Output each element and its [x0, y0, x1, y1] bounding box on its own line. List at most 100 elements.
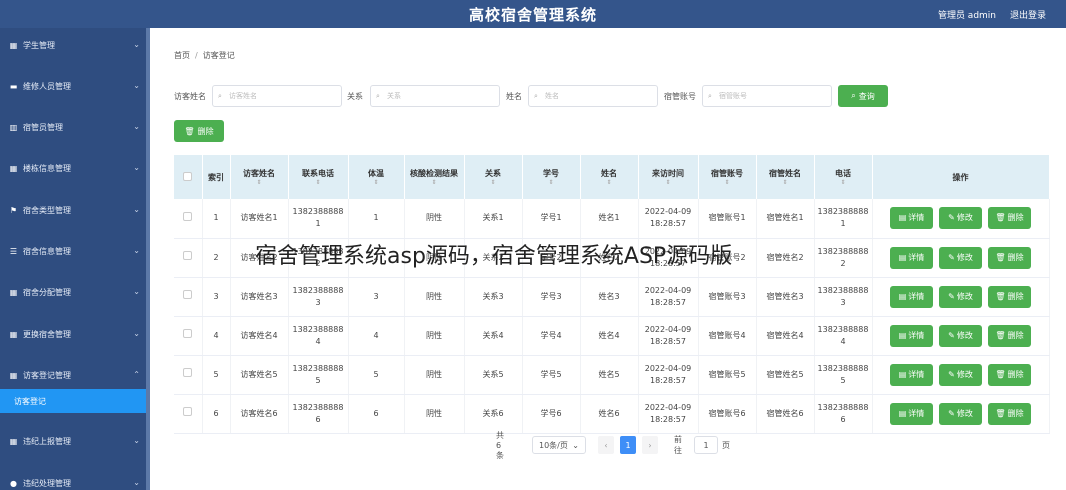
sidebar-item-building[interactable]: ▦ 楼栋信息管理 ⌄ [0, 153, 150, 183]
sort-icon[interactable]: ⇕ [757, 179, 814, 186]
cell-test-result: 阴性 [404, 355, 465, 395]
page-unit-label: 页 [722, 440, 730, 450]
chevron-down-icon: ⌄ [133, 436, 140, 445]
edit-button[interactable]: ✎ 修改 [939, 207, 982, 230]
col-header[interactable]: 学号 ⇕ [522, 155, 581, 199]
relation-input[interactable]: ⌕ 关系 [370, 85, 500, 107]
row-checkbox[interactable] [174, 277, 203, 317]
page-number-current[interactable]: 1 [620, 436, 636, 454]
next-page-button[interactable]: › [642, 436, 658, 454]
sort-icon[interactable]: ⇕ [581, 179, 638, 186]
cell-phone: 1382388888 4 [288, 316, 349, 356]
sort-icon[interactable]: ⇕ [699, 179, 756, 186]
sort-icon[interactable]: ⇕ [405, 179, 464, 186]
cell-index: 4 [202, 316, 231, 356]
delete-button[interactable]: 🗑 删除 [988, 402, 1031, 425]
edit-button[interactable]: ✎ 修改 [939, 246, 982, 269]
sidebar-subitem-visitor-register[interactable]: 访客登记 [0, 389, 146, 413]
detail-button[interactable]: ▤ 详情 [890, 363, 933, 386]
visitor-name-input[interactable]: ⌕ 访客姓名 [212, 85, 342, 107]
document-icon: ▤ [898, 408, 907, 418]
sidebar-item-violation-handle[interactable]: ● 违纪处理管理 ⌄ [0, 468, 150, 490]
sidebar-item-dorm-change[interactable]: ▦ 更换宿舍管理 ⌄ [0, 319, 150, 349]
logout-link[interactable]: 退出登录 [1010, 8, 1046, 21]
delete-button[interactable]: 🗑 删除 [988, 207, 1031, 230]
sidebar-item-student[interactable]: ▦ 学生管理 ⌄ [0, 30, 150, 60]
row-checkbox[interactable] [174, 238, 203, 278]
trash-icon: 🗑 [995, 252, 1006, 262]
delete-button[interactable]: 🗑 删除 [988, 324, 1031, 347]
sidebar-item-dorm-type[interactable]: ⚑ 宿舍类型管理 ⌄ [0, 195, 150, 225]
grid-icon: ▦ [9, 370, 18, 380]
edit-button[interactable]: ✎ 修改 [939, 363, 982, 386]
sidebar-item-dorm-info[interactable]: ☰ 宿舍信息管理 ⌄ [0, 236, 150, 266]
name-input[interactable]: ⌕ 姓名 [528, 85, 658, 107]
edit-button[interactable]: ✎ 修改 [939, 402, 982, 425]
list-icon: ☰ [9, 246, 18, 256]
pencil-icon: ✎ [948, 330, 955, 340]
detail-button[interactable]: ▤ 详情 [890, 207, 933, 230]
col-header[interactable]: 联系电话 ⇕ [288, 155, 349, 199]
prev-page-button[interactable]: ‹ [598, 436, 614, 454]
dorm-account-input[interactable]: ⌕ 宿管账号 [702, 85, 832, 107]
edit-button[interactable]: ✎ 修改 [939, 285, 982, 308]
batch-delete-button[interactable]: 🗑 删除 [174, 120, 224, 142]
row-checkbox[interactable] [174, 355, 203, 395]
sidebar: ▦ 学生管理 ⌄ ▬ 维修人员管理 ⌄ ▥ 宿管员管理 ⌄ ▦ 楼栋信息管理 ⌄ ⚑ 宿舍类型管理… [0, 28, 150, 490]
row-checkbox[interactable] [174, 394, 203, 434]
breadcrumb: 首页 / 访客登记 [174, 50, 235, 61]
sidebar-item-dorm-manager[interactable]: ▥ 宿管员管理 ⌄ [0, 112, 150, 142]
col-header[interactable]: 核酸检测结果 ⇕ [404, 155, 465, 199]
cell-student-id: 学号1 [522, 199, 581, 239]
visitor-name-label: 访客姓名 [174, 92, 206, 101]
delete-button[interactable]: 🗑 删除 [988, 363, 1031, 386]
sort-icon[interactable]: ⇕ [231, 179, 288, 186]
cell-dorm-account: 宿管账号3 [698, 277, 757, 317]
sidebar-item-label: 访客登记管理 [23, 370, 71, 380]
document-icon: ▤ [898, 369, 907, 379]
col-header[interactable]: 体温 ⇕ [348, 155, 405, 199]
sort-icon[interactable]: ⇕ [465, 179, 522, 186]
detail-button[interactable]: ▤ 详情 [890, 246, 933, 269]
col-header[interactable]: 关系 ⇕ [464, 155, 523, 199]
cell-phone: 1382388888 5 [288, 355, 349, 395]
cell-index: 5 [202, 355, 231, 395]
query-button[interactable]: ⌕ 查询 [838, 85, 888, 107]
col-header[interactable]: 来访时间 ⇕ [638, 155, 699, 199]
edit-button[interactable]: ✎ 修改 [939, 324, 982, 347]
sort-icon[interactable]: ⇕ [815, 179, 872, 186]
col-header[interactable]: 姓名 ⇕ [580, 155, 639, 199]
sidebar-item-violation-report[interactable]: ▦ 违纪上报管理 ⌄ [0, 426, 150, 456]
col-header[interactable]: 宿管姓名 ⇕ [756, 155, 815, 199]
document-icon: ▤ [898, 213, 907, 223]
pencil-icon: ✎ [948, 369, 955, 379]
sidebar-item-visitor[interactable]: ▦ 访客登记管理 ⌃ [0, 360, 150, 390]
sort-icon[interactable]: ⇕ [639, 179, 698, 186]
sidebar-item-label: 学生管理 [23, 40, 55, 50]
delete-button[interactable]: 🗑 删除 [988, 246, 1031, 269]
sort-icon[interactable]: ⇕ [349, 179, 404, 186]
search-icon: ⌕ [376, 92, 380, 100]
sort-icon[interactable]: ⇕ [289, 179, 348, 186]
sidebar-item-dorm-assign[interactable]: ▦ 宿舍分配管理 ⌄ [0, 277, 150, 307]
detail-button[interactable]: ▤ 详情 [890, 402, 933, 425]
delete-button[interactable]: 🗑 删除 [988, 285, 1031, 308]
cell-visit-time: 2022-04-09 18:28:57 [638, 199, 699, 239]
goto-page-input[interactable]: 1 [694, 436, 718, 454]
col-header[interactable]: 访客姓名 ⇕ [230, 155, 289, 199]
page-size-select[interactable]: 10条/页 ⌄ [532, 436, 586, 454]
row-checkbox[interactable] [174, 199, 203, 239]
cell-phone: 1382388888 6 [288, 394, 349, 434]
breadcrumb-home[interactable]: 首页 [174, 51, 190, 60]
sort-icon[interactable]: ⇕ [523, 179, 580, 186]
detail-button[interactable]: ▤ 详情 [890, 324, 933, 347]
col-header[interactable]: 电话 ⇕ [814, 155, 873, 199]
detail-button[interactable]: ▤ 详情 [890, 285, 933, 308]
cell-visitor-name: 访客姓名1 [230, 199, 289, 239]
select-all-checkbox[interactable] [174, 155, 203, 199]
sidebar-item-repair[interactable]: ▬ 维修人员管理 ⌄ [0, 71, 150, 101]
col-header[interactable]: 宿管账号 ⇕ [698, 155, 757, 199]
sidebar-item-label: 宿管员管理 [23, 122, 63, 132]
current-user[interactable]: 管理员 admin [938, 8, 996, 21]
row-checkbox[interactable] [174, 316, 203, 356]
